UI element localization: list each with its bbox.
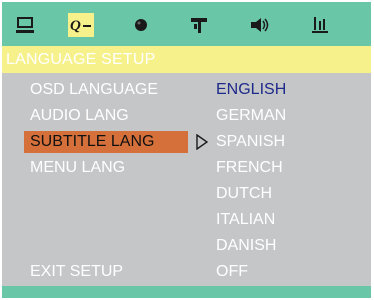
monitor-icon[interactable]: [12, 15, 38, 35]
sphere-icon[interactable]: [128, 15, 154, 35]
setup-panel: Q LANGUAGE SETUP OSD LANGUAGE AUDIO LANG…: [2, 2, 371, 298]
option-item[interactable]: ITALIAN: [216, 209, 275, 231]
option-item[interactable]: SPANISH: [216, 131, 285, 153]
speaker-icon[interactable]: [247, 15, 273, 35]
language-icon[interactable]: Q: [68, 13, 94, 37]
exit-setup-button[interactable]: EXIT SETUP: [30, 261, 123, 283]
selection-arrow-icon: [196, 133, 209, 155]
signal-icon[interactable]: [307, 15, 333, 35]
tool-icon[interactable]: [186, 15, 212, 35]
svg-text:Q: Q: [70, 18, 81, 34]
icon-bar: Q: [2, 2, 371, 46]
option-item[interactable]: OFF: [216, 261, 248, 283]
menu-item-subtitle-lang[interactable]: SUBTITLE LANG: [24, 131, 188, 153]
title-bar: LANGUAGE SETUP: [2, 46, 371, 73]
option-item[interactable]: GERMAN: [216, 105, 286, 127]
page-title: LANGUAGE SETUP: [6, 51, 156, 68]
menu-item-menu-lang[interactable]: MENU LANG: [30, 157, 125, 179]
option-item[interactable]: FRENCH: [216, 157, 283, 179]
menu-item-osd-language[interactable]: OSD LANGUAGE: [30, 79, 158, 101]
dvd-setup-screen: Q LANGUAGE SETUP OSD LANGUAGE AUDIO LANG…: [0, 0, 374, 300]
menu-item-audio-lang[interactable]: AUDIO LANG: [30, 105, 129, 127]
option-item[interactable]: DUTCH: [216, 183, 272, 205]
option-item[interactable]: DANISH: [216, 235, 276, 257]
bottom-bar: [2, 286, 371, 298]
option-current[interactable]: ENGLISH: [216, 79, 286, 101]
